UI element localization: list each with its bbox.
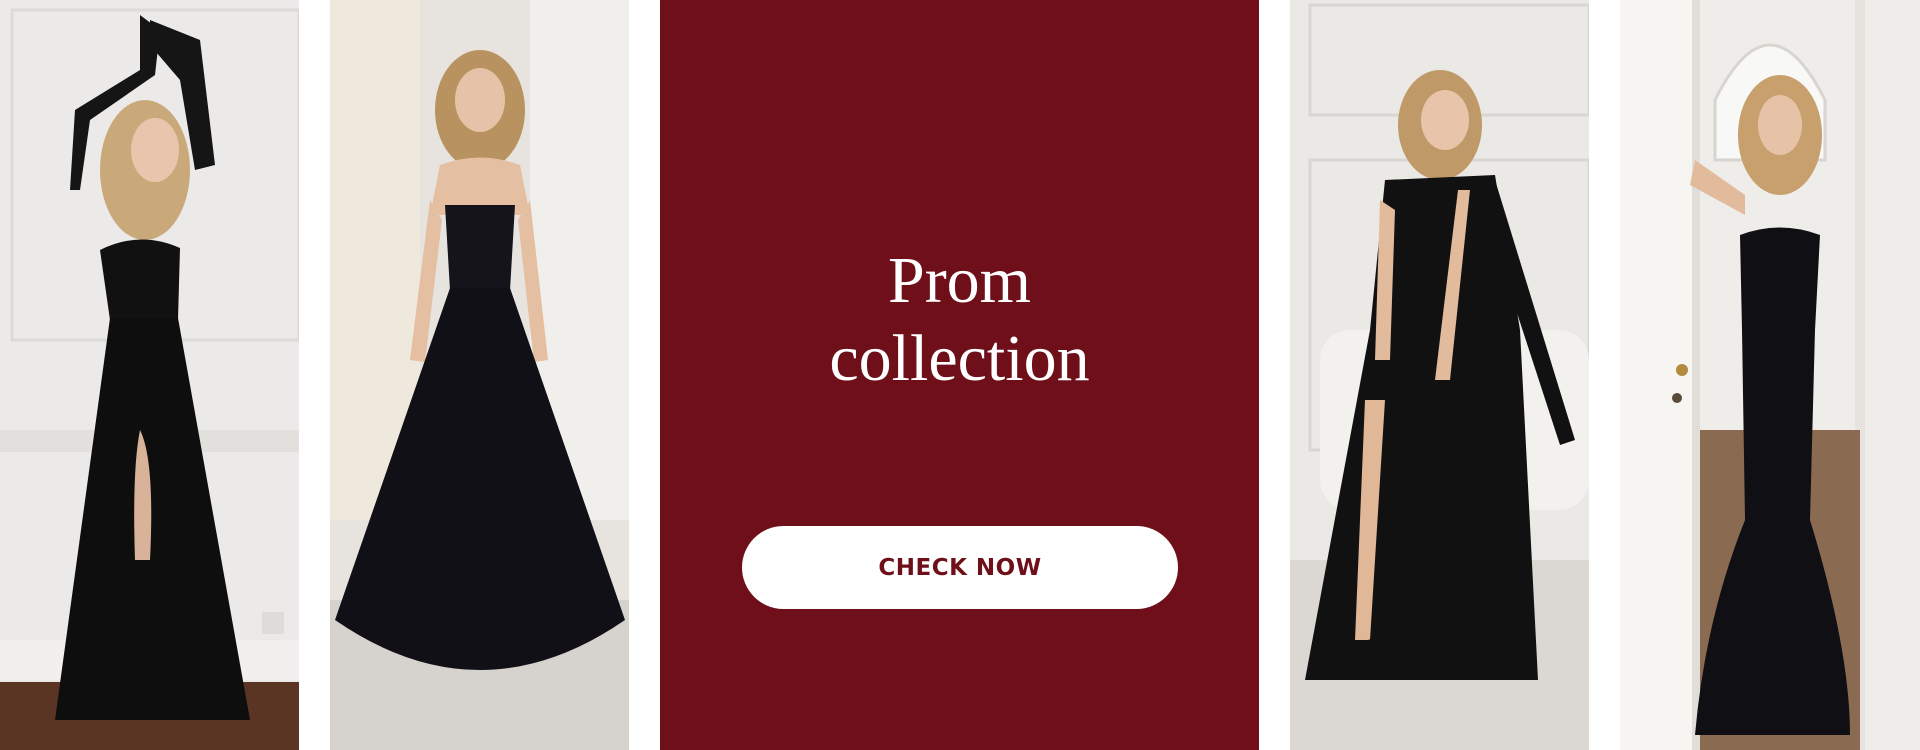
product-photo-2[interactable] xyxy=(330,0,629,750)
model-photo-mermaid-gown xyxy=(1620,0,1920,750)
model-photo-tie-strap-dress xyxy=(1290,0,1589,750)
prom-collection-banner: Prom collection CHECK NOW xyxy=(0,0,1920,750)
product-photo-4[interactable] xyxy=(1620,0,1920,750)
promo-block: Prom collection CHECK NOW xyxy=(660,0,1259,750)
product-photo-3[interactable] xyxy=(1290,0,1589,750)
promo-title: Prom collection xyxy=(660,242,1259,398)
check-now-button[interactable]: CHECK NOW xyxy=(742,526,1178,609)
model-photo-strapless-ballgown xyxy=(330,0,629,750)
model-photo-arms-raised xyxy=(0,0,299,750)
promo-title-line-2: collection xyxy=(829,322,1090,395)
promo-title-line-1: Prom xyxy=(887,244,1032,317)
product-photo-1[interactable] xyxy=(0,0,299,750)
